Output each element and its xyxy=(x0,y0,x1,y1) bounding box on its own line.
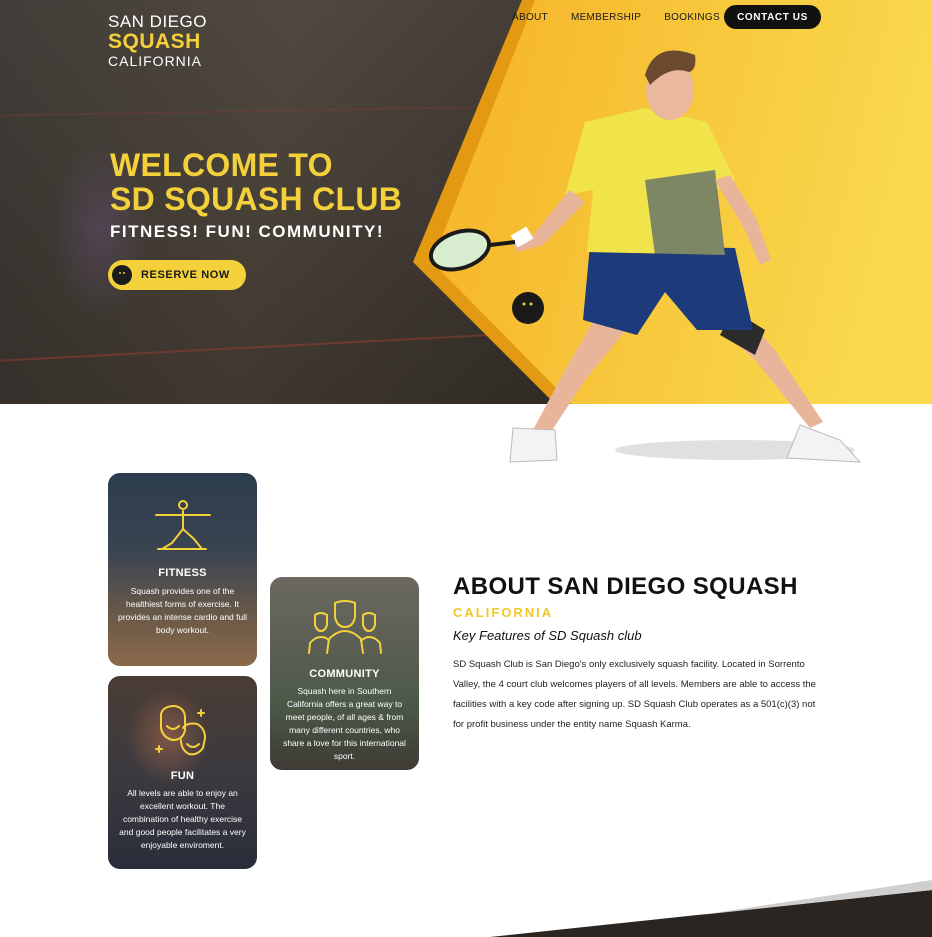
squash-player-image xyxy=(428,50,862,463)
hero-title-line-2: SD SQUASH CLUB xyxy=(110,181,403,217)
feature-text-fitness: Squash provides one of the healthiest fo… xyxy=(118,586,247,635)
hero-title: WELCOME TO SD SQUASH CLUB xyxy=(110,148,402,216)
logo-line-3: CALIFORNIA xyxy=(108,53,203,69)
reserve-now-label: RESERVE NOW xyxy=(141,269,230,281)
site-logo[interactable]: SAN DIEGO SQUASH CALIFORNIA xyxy=(108,13,218,68)
feature-text-fun: All levels are able to enjoy an excellen… xyxy=(119,788,246,850)
happy-faces-icon xyxy=(154,704,206,756)
feature-text-community: Squash here in Southern California offer… xyxy=(283,686,406,761)
logo-line-2: SQUASH xyxy=(108,30,201,53)
about-subtitle: CALIFORNIA xyxy=(453,605,554,620)
feature-title-fitness: FITNESS xyxy=(158,567,207,579)
feature-card-fitness[interactable]: FITNESS Squash provides one of the healt… xyxy=(108,473,257,666)
feature-card-fun[interactable]: FUN All levels are able to enjoy an exce… xyxy=(108,676,257,869)
feature-title-community: COMMUNITY xyxy=(309,668,380,680)
feature-card-community[interactable]: COMMUNITY Squash here in Southern Califo… xyxy=(270,577,419,770)
contact-us-button[interactable]: CONTACT US xyxy=(724,5,821,29)
squash-ball-icon xyxy=(112,265,132,285)
feature-title-fun: FUN xyxy=(170,770,195,782)
nav-about[interactable]: ABOUT xyxy=(512,12,548,23)
group-people-icon xyxy=(307,600,382,654)
yoga-pose-icon xyxy=(154,500,211,550)
about-features-heading: Key Features of SD Squash club xyxy=(453,628,642,643)
logo-line-1: SAN DIEGO xyxy=(108,12,207,31)
bottom-decorative-band xyxy=(490,880,932,937)
reserve-now-button[interactable]: RESERVE NOW xyxy=(108,260,246,290)
nav-bookings[interactable]: BOOKINGS xyxy=(664,12,720,23)
about-title: ABOUT SAN DIEGO SQUASH xyxy=(453,573,798,600)
about-body-text: SD Squash Club is San Diego's only exclu… xyxy=(453,659,816,730)
main-nav: ABOUT MEMBERSHIP BOOKINGS xyxy=(512,12,743,23)
hero-title-line-1: WELCOME TO xyxy=(110,147,333,183)
hero-subtitle: FITNESS! FUN! COMMUNITY! xyxy=(110,222,384,241)
nav-membership[interactable]: MEMBERSHIP xyxy=(571,12,641,23)
